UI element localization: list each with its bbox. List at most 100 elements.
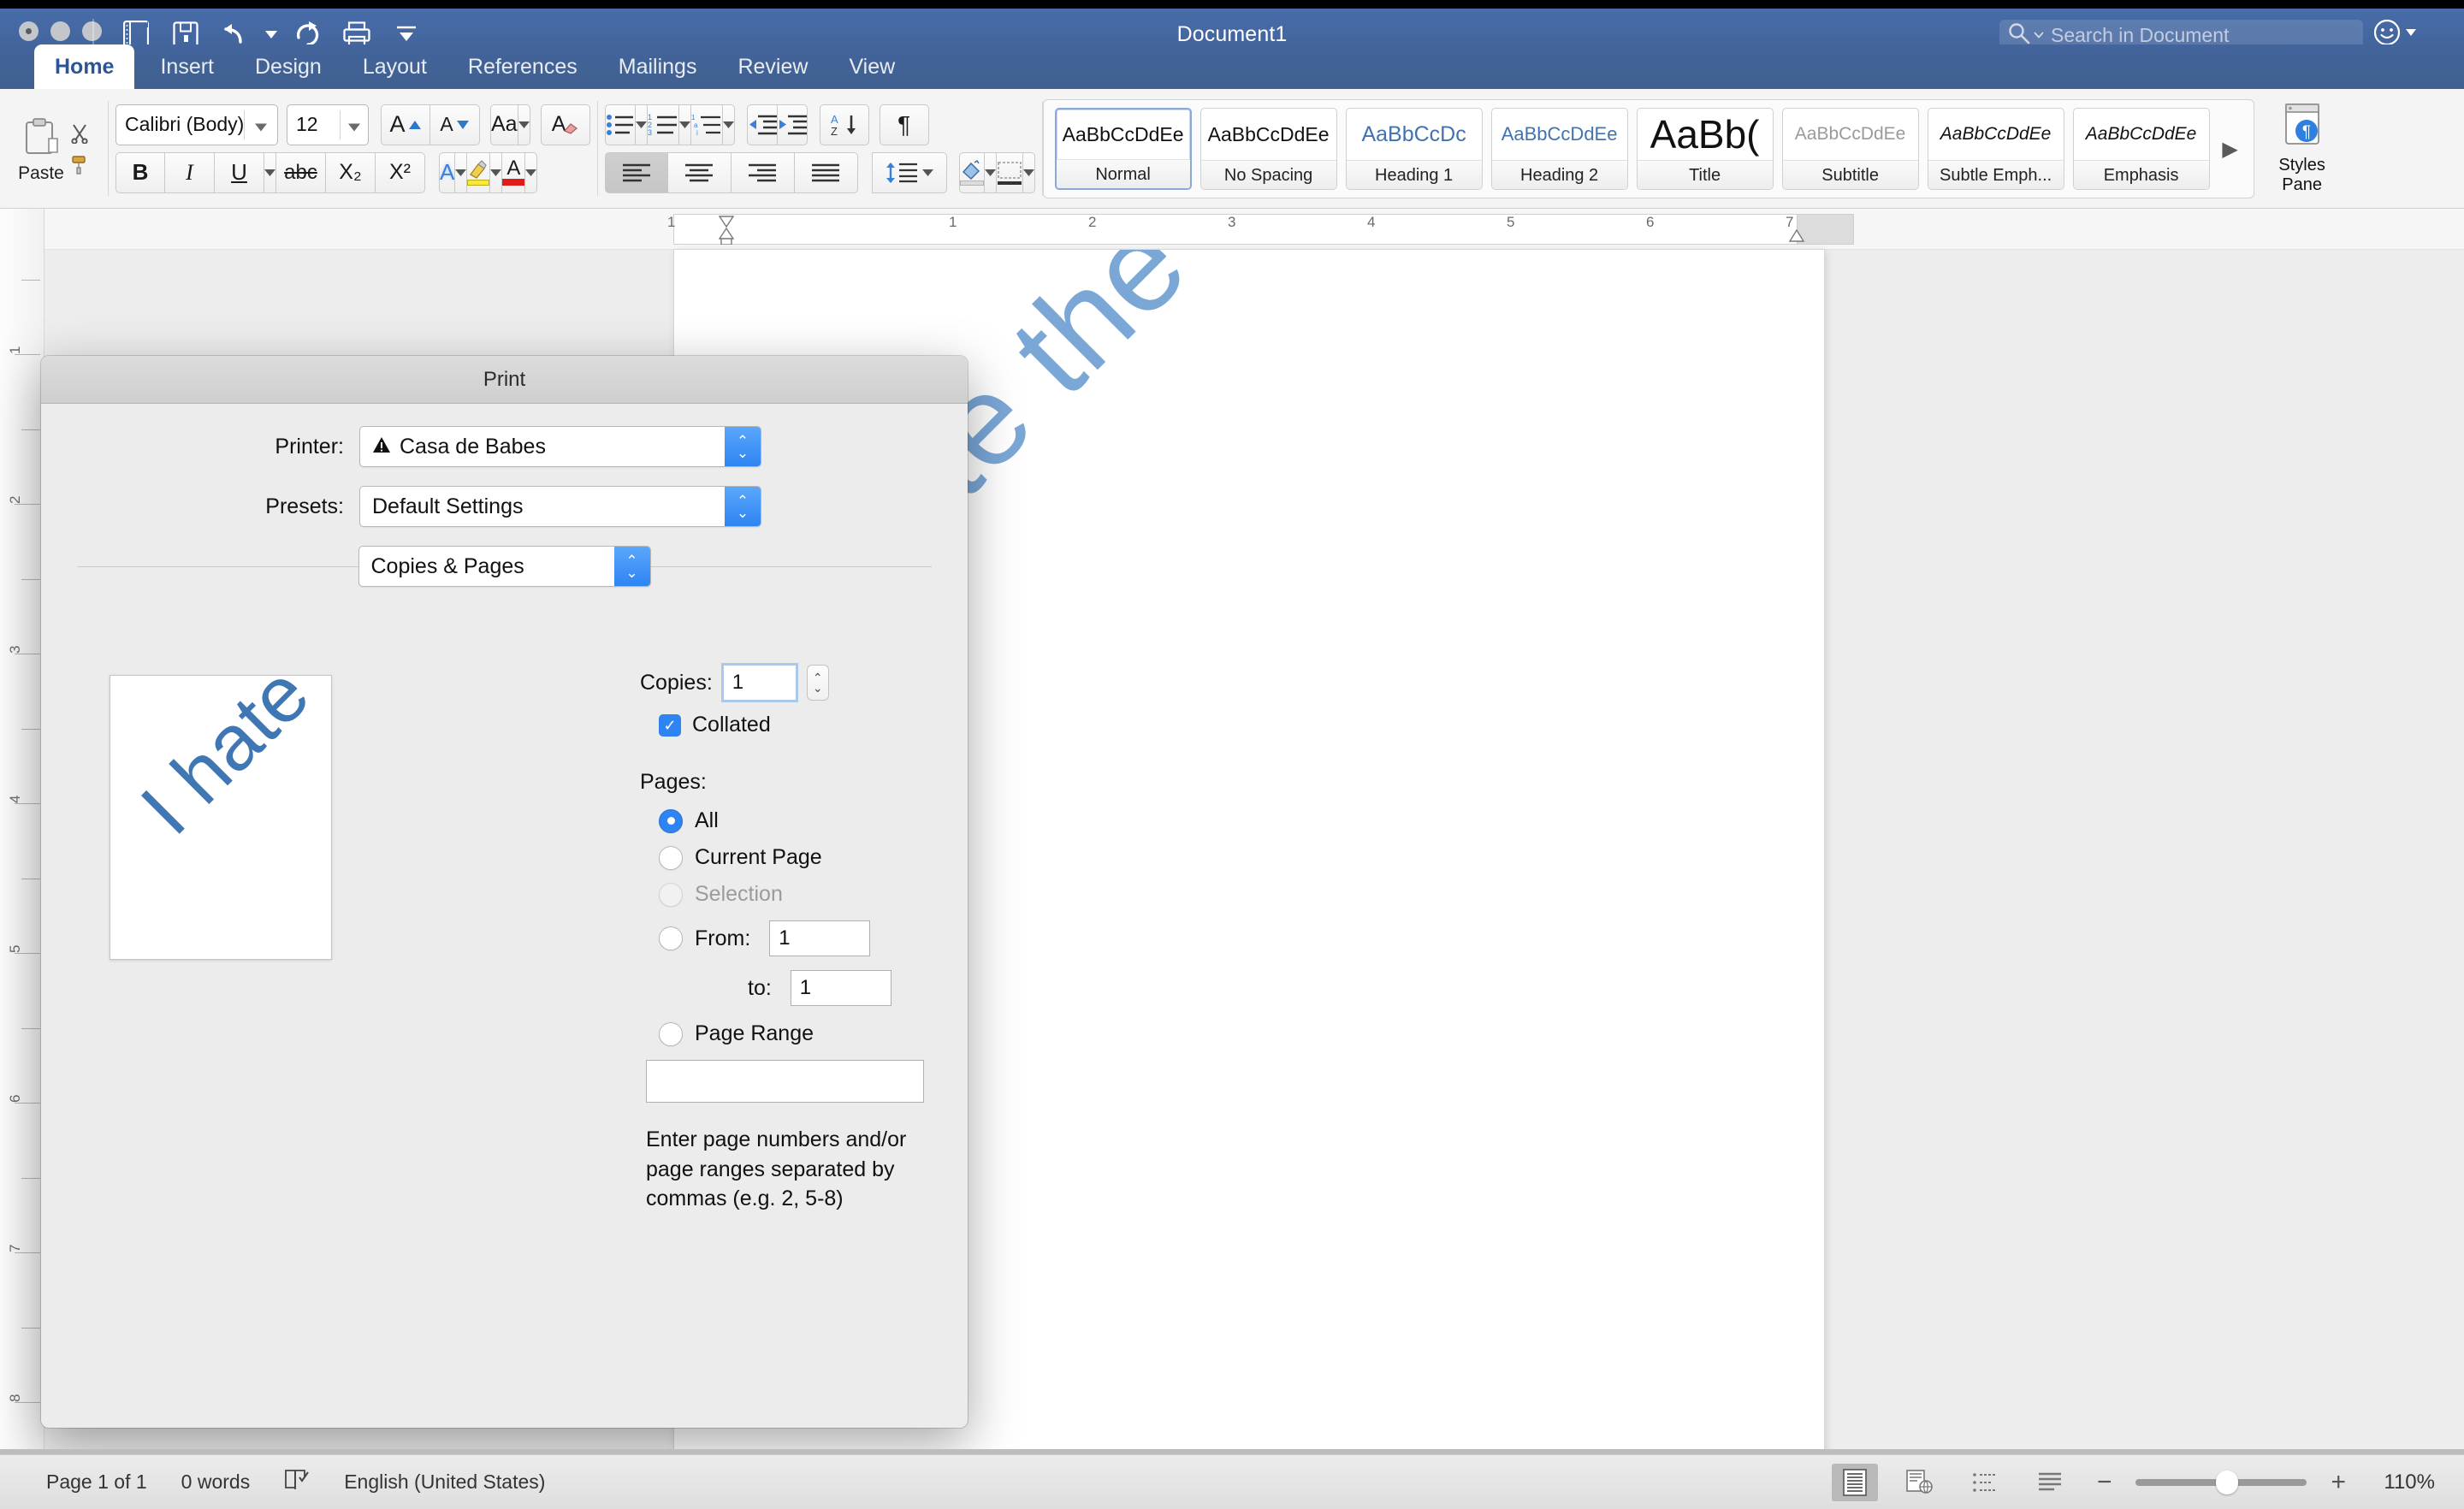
from-page-input[interactable]: 1 [769, 920, 871, 956]
printer-select-arrows[interactable]: ⌃ ⌄ [725, 427, 761, 466]
style-heading-1[interactable]: AaBbCcDc Heading 1 [1345, 108, 1483, 190]
highlight-dropdown[interactable] [490, 151, 503, 193]
collated-checkbox[interactable]: ✓ Collated [659, 713, 925, 737]
shrink-font-button[interactable]: A [430, 104, 480, 145]
zoom-in-button[interactable]: + [2325, 1468, 2351, 1497]
bullet-list-icon[interactable] [604, 104, 636, 145]
multilevel-list-icon[interactable]: 1ai [690, 104, 723, 145]
print-dialog[interactable]: Print Printer: Casa de Babes ⌃ ⌄ Presets:… [41, 356, 968, 1428]
zoom-slider[interactable] [2135, 1470, 2307, 1494]
numbered-list-icon[interactable]: 123 [647, 104, 679, 145]
tab-mailings[interactable]: Mailings [598, 44, 718, 89]
grow-font-button[interactable]: A [381, 104, 430, 145]
tab-review[interactable]: Review [717, 44, 828, 89]
highlight-button[interactable] [467, 151, 491, 193]
style-subtitle[interactable]: AaBbCcDdEe Subtitle [1781, 108, 1919, 190]
borders-dropdown[interactable] [1022, 151, 1035, 193]
shading-dropdown[interactable] [984, 151, 997, 193]
presets-select-arrows[interactable]: ⌃ ⌄ [725, 487, 761, 526]
styles-pane-button[interactable]: ¶ Styles Pane [2254, 89, 2350, 208]
tab-insert[interactable]: Insert [139, 44, 234, 89]
text-effects-button[interactable]: A [439, 151, 456, 193]
style-heading-2[interactable]: AaBbCcDdEe Heading 2 [1490, 108, 1628, 190]
style-normal[interactable]: AaBbCcDdEe Normal [1054, 108, 1192, 190]
increase-indent-icon[interactable] [777, 104, 808, 145]
tab-design[interactable]: Design [234, 44, 342, 89]
sort-az-icon[interactable]: AZ [819, 104, 869, 145]
tab-home[interactable]: Home [34, 44, 135, 89]
print-section-arrows[interactable]: ⌃ ⌄ [613, 547, 650, 586]
zoom-level-label[interactable]: 110% [2370, 1471, 2435, 1494]
change-case-button[interactable]: Aa [490, 104, 518, 145]
align-center-icon[interactable] [667, 151, 732, 193]
font-name-combobox[interactable]: Calibri (Body) [116, 104, 278, 145]
bold-button[interactable]: B [116, 151, 165, 193]
multilevel-dropdown[interactable] [722, 104, 735, 145]
hanging-indent-marker[interactable] [718, 227, 735, 249]
justify-icon[interactable] [794, 151, 858, 193]
style-subtle-emphasis[interactable]: AaBbCcDdEe Subtle Emph... [1927, 108, 2064, 190]
styles-gallery-more-button[interactable]: ▶ [2214, 137, 2247, 162]
align-right-icon[interactable] [731, 151, 795, 193]
style-emphasis[interactable]: AaBbCcDdEe Emphasis [2072, 108, 2210, 190]
font-color-button[interactable]: A [502, 151, 526, 193]
style-title[interactable]: AaBb( Title [1636, 108, 1774, 190]
proofing-icon[interactable] [284, 1469, 310, 1496]
font-size-combobox[interactable]: 12 [287, 104, 369, 145]
word-count-status[interactable]: 0 words [181, 1471, 251, 1494]
tab-layout[interactable]: Layout [342, 44, 447, 89]
text-effects-dropdown[interactable] [455, 151, 468, 193]
page-range-input[interactable] [646, 1060, 924, 1103]
strikethrough-button[interactable]: abc [276, 151, 326, 193]
print-section-select[interactable]: Copies & Pages ⌃ ⌄ [358, 546, 651, 587]
clear-formatting-button[interactable]: A [540, 104, 590, 145]
copies-stepper[interactable]: ⌃ ⌄ [806, 665, 829, 701]
subscript-button[interactable]: X₂ [326, 151, 376, 193]
feedback-dropdown-icon[interactable] [2406, 25, 2416, 40]
pages-option-page-range[interactable]: Page Range [659, 1021, 925, 1046]
font-color-dropdown[interactable] [525, 151, 538, 193]
web-layout-view-button[interactable] [1897, 1464, 1943, 1501]
style-no-spacing[interactable]: AaBbCcDdEe No Spacing [1199, 108, 1337, 190]
zoom-slider-knob[interactable] [2216, 1470, 2239, 1494]
zoom-out-button[interactable]: − [2092, 1468, 2118, 1497]
cut-icon[interactable] [69, 123, 90, 148]
tab-references[interactable]: References [447, 44, 598, 89]
to-page-input[interactable]: 1 [790, 970, 891, 1006]
pages-option-from[interactable]: From: 1 [659, 920, 925, 956]
numbering-dropdown[interactable] [678, 104, 691, 145]
show-formatting-marks-icon[interactable]: ¶ [879, 104, 929, 145]
outline-view-button[interactable] [1962, 1464, 2008, 1501]
tab-view[interactable]: View [828, 44, 915, 89]
chevron-down-icon[interactable] [348, 113, 360, 136]
vertical-ruler[interactable]: 1 2 3 4 5 6 7 8 [0, 209, 44, 1449]
superscript-button[interactable]: X² [376, 151, 425, 193]
line-spacing-icon[interactable] [871, 151, 947, 193]
presets-select[interactable]: Default Settings ⌃ ⌄ [359, 486, 761, 527]
borders-icon[interactable] [996, 151, 1023, 193]
bullets-dropdown[interactable] [635, 104, 648, 145]
format-painter-icon[interactable] [69, 155, 90, 180]
pages-option-current-page[interactable]: Current Page [659, 845, 925, 870]
copies-input[interactable]: 1 [720, 663, 798, 702]
search-dropdown-icon[interactable] [2034, 27, 2044, 43]
pages-option-all[interactable]: All [659, 808, 925, 833]
draft-view-button[interactable] [2027, 1464, 2073, 1501]
clipboard-icon[interactable] [23, 118, 59, 162]
feedback-smiley-button[interactable] [2373, 19, 2416, 46]
align-left-icon[interactable] [604, 151, 668, 193]
language-status[interactable]: English (United States) [344, 1471, 545, 1494]
horizontal-ruler[interactable]: 1 1 2 3 4 5 6 7 [44, 209, 2464, 250]
right-indent-marker[interactable] [1788, 228, 1805, 247]
ribbon-tabs[interactable]: Home Insert Design Layout References Mai… [29, 44, 915, 89]
shading-icon[interactable] [958, 151, 985, 193]
print-layout-view-button[interactable] [1831, 1463, 1878, 1501]
underline-button[interactable]: U [215, 151, 264, 193]
printer-select[interactable]: Casa de Babes ⌃ ⌄ [359, 426, 761, 467]
change-case-dropdown[interactable] [518, 104, 530, 145]
underline-dropdown[interactable] [264, 151, 276, 193]
page-count-status[interactable]: Page 1 of 1 [46, 1471, 147, 1494]
decrease-indent-icon[interactable] [746, 104, 778, 145]
italic-button[interactable]: I [165, 151, 215, 193]
chevron-down-icon[interactable] [255, 113, 267, 136]
